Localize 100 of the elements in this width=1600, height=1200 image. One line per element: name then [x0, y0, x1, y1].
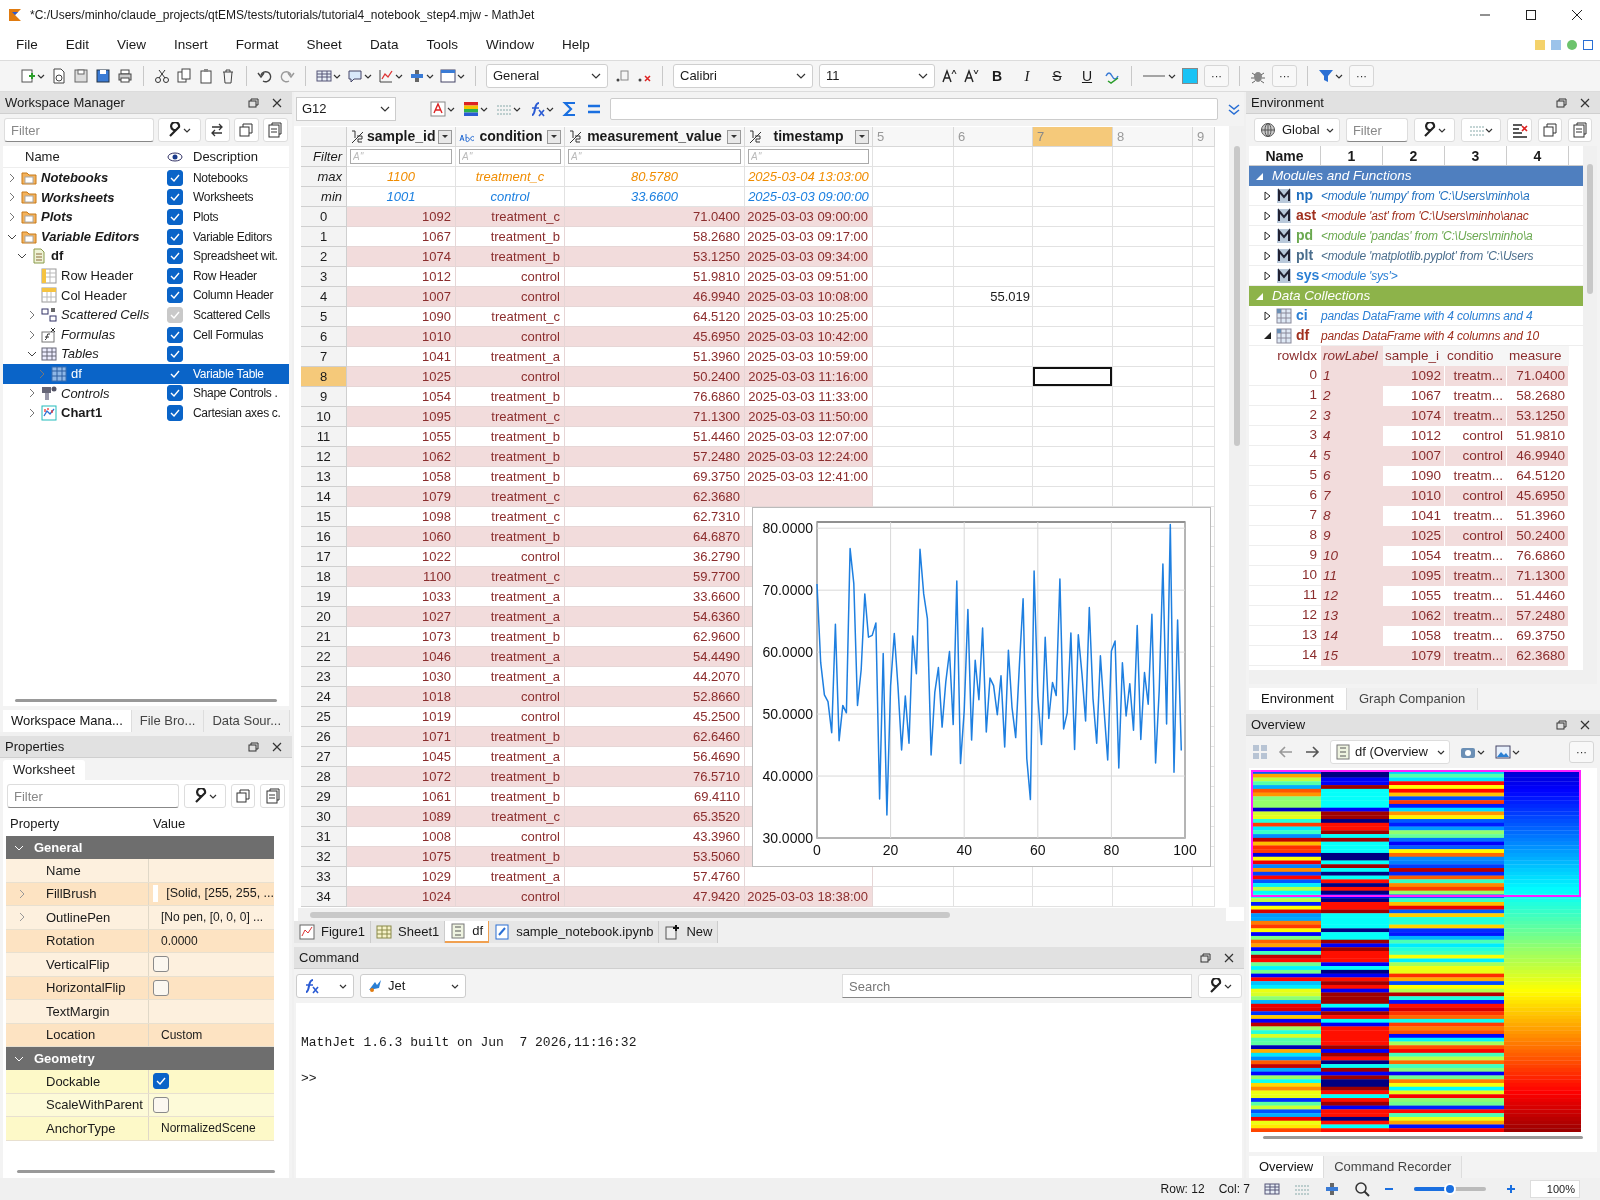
tree-row[interactable]: Worksheets Worksheets — [3, 187, 289, 208]
row-header[interactable]: 19 — [301, 587, 347, 607]
empty-cell[interactable] — [954, 347, 1033, 367]
color-swatch[interactable] — [1182, 68, 1198, 84]
empty-cell[interactable] — [1113, 187, 1193, 207]
window-icon[interactable] — [440, 68, 456, 84]
row-header[interactable]: 2 — [301, 247, 347, 267]
empty-cell[interactable] — [1033, 267, 1113, 287]
empty-cell[interactable]: 55.019 — [954, 287, 1033, 307]
caret-icon[interactable] — [333, 72, 341, 80]
tree-row[interactable]: df Variable Table — [3, 363, 289, 384]
group-header[interactable]: Geometry — [6, 1047, 274, 1070]
close-icon[interactable] — [271, 740, 283, 753]
caret-icon[interactable] — [1168, 72, 1176, 80]
sum-icon[interactable] — [562, 101, 578, 117]
caret-icon[interactable] — [1335, 72, 1343, 80]
empty-cell[interactable] — [1113, 367, 1193, 387]
empty-cell[interactable] — [1033, 427, 1113, 447]
format-button[interactable]: S — [1045, 64, 1069, 88]
float-panel-icon[interactable] — [1555, 718, 1567, 731]
column-filter-field[interactable]: A'' — [459, 149, 561, 164]
tab[interactable]: Overview — [1249, 1156, 1325, 1178]
filter-dropdown-button[interactable] — [547, 129, 561, 144]
empty-cell[interactable] — [954, 367, 1033, 387]
tab[interactable]: Workspace Mana... — [3, 710, 132, 732]
tree-row[interactable]: Notebooks Notebooks — [3, 168, 289, 188]
empty-cell[interactable] — [1113, 447, 1193, 467]
color-scale-icon[interactable] — [463, 101, 479, 117]
caret-icon[interactable] — [546, 105, 554, 113]
tree-row[interactable]: Col Header Column Header — [3, 285, 289, 306]
empty-cell[interactable] — [954, 147, 1033, 167]
toolbar-button[interactable] — [158, 118, 201, 142]
row-header[interactable]: 4 — [301, 287, 347, 307]
float-panel-icon[interactable] — [1199, 951, 1211, 964]
number-format-dropdown[interactable]: General — [486, 64, 608, 88]
menu-item[interactable]: Tools — [416, 33, 468, 57]
menu-item[interactable]: Format — [225, 33, 289, 57]
row-header[interactable]: 8 — [301, 367, 347, 387]
row-header[interactable]: 20 — [301, 607, 347, 627]
column-header[interactable]: 3 — [1445, 146, 1507, 165]
empty-cell[interactable] — [1193, 887, 1215, 907]
empty-cell[interactable] — [1033, 207, 1113, 227]
table-icon[interactable] — [316, 68, 332, 84]
filter-field[interactable]: Filter — [7, 784, 179, 808]
menu-item[interactable]: Help — [551, 33, 600, 57]
close-icon[interactable] — [271, 96, 283, 109]
filter-icon[interactable] — [1318, 68, 1334, 84]
empty-cell[interactable] — [1033, 447, 1113, 467]
slider-thumb[interactable] — [1444, 1183, 1456, 1195]
caret-icon[interactable] — [1477, 748, 1485, 756]
variable-name[interactable]: df — [1296, 325, 1310, 346]
empty-cell[interactable] — [1113, 887, 1193, 907]
empty-cell[interactable] — [1193, 207, 1215, 227]
font-size-dropdown[interactable]: 11 — [819, 64, 935, 88]
filter-field[interactable]: Filter — [1345, 118, 1408, 142]
toolbar-button[interactable] — [1413, 118, 1455, 142]
format-button[interactable]: I — [1015, 64, 1039, 88]
filter-dropdown-button[interactable] — [855, 129, 869, 144]
document-icon[interactable] — [51, 68, 67, 84]
float-panel-icon[interactable] — [247, 96, 259, 109]
empty-cell[interactable] — [1113, 307, 1193, 327]
row-header[interactable]: 29 — [301, 787, 347, 807]
empty-cell[interactable] — [873, 147, 954, 167]
caret-icon[interactable] — [1512, 748, 1520, 756]
row-header[interactable]: 10 — [301, 407, 347, 427]
text-color-icon[interactable] — [430, 101, 446, 117]
collapse-arrow-icon[interactable] — [1263, 211, 1272, 220]
toolbar-button[interactable] — [184, 784, 226, 808]
checkbox[interactable] — [167, 169, 183, 186]
toolbar-button[interactable] — [1507, 118, 1532, 142]
empty-cell[interactable] — [1033, 167, 1113, 187]
tab[interactable]: df — [445, 921, 490, 943]
menu-item[interactable]: Data — [359, 33, 409, 57]
checkbox[interactable] — [167, 189, 183, 206]
filter-dropdown-button[interactable] — [438, 129, 452, 144]
engine-dropdown[interactable]: Jet — [360, 974, 466, 998]
menu-item[interactable]: View — [107, 33, 157, 57]
filter-field[interactable]: Filter — [4, 118, 154, 142]
empty-cell[interactable] — [1033, 887, 1113, 907]
more-button[interactable]: ··· — [1272, 65, 1297, 87]
grid-icon[interactable] — [1252, 744, 1268, 760]
scissors-icon[interactable] — [154, 68, 170, 84]
row-header[interactable]: 22 — [301, 647, 347, 667]
column-header[interactable]: measurement_value — [565, 127, 745, 147]
column-filter-field[interactable]: A'' — [350, 149, 452, 164]
tab[interactable]: sample_notebook.ipynb — [489, 921, 660, 943]
empty-cell[interactable] — [954, 247, 1033, 267]
clipboard-icon[interactable] — [198, 68, 214, 84]
empty-cell[interactable] — [1193, 387, 1215, 407]
caret-icon[interactable] — [457, 72, 465, 80]
row-header[interactable]: 33 — [301, 867, 347, 887]
tree-row[interactable]: Tables — [3, 344, 289, 364]
variable-name[interactable]: sys — [1296, 265, 1320, 286]
empty-cell[interactable] — [954, 427, 1033, 447]
empty-cell[interactable] — [1113, 287, 1193, 307]
checkbox[interactable] — [167, 287, 183, 304]
row-header[interactable]: 13 — [301, 467, 347, 487]
font-grow-icon[interactable] — [941, 68, 957, 84]
empty-cell[interactable] — [1113, 267, 1193, 287]
row-header[interactable]: 16 — [301, 527, 347, 547]
